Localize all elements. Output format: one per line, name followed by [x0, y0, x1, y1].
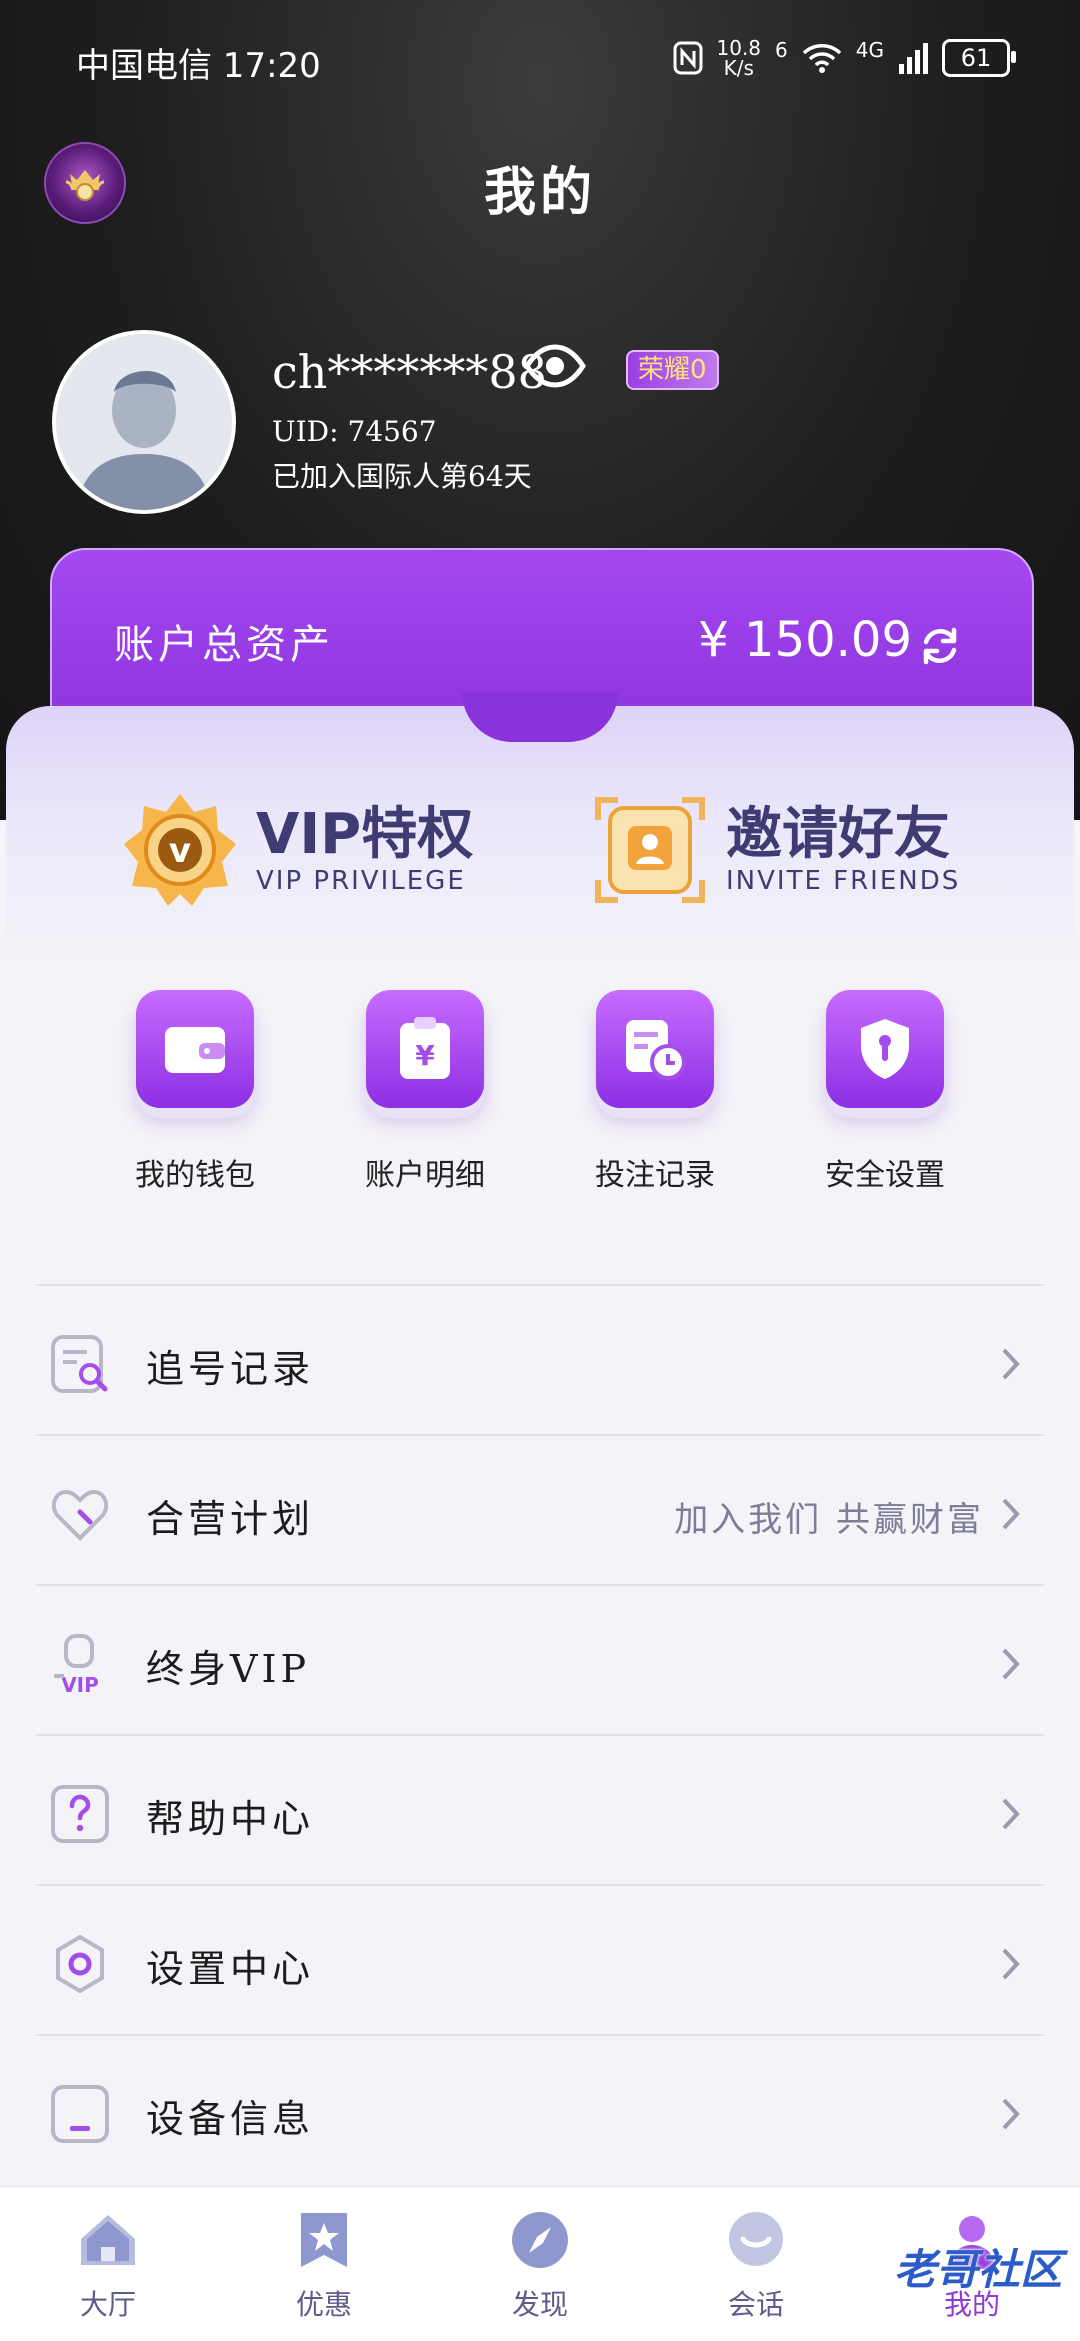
divider [36, 1884, 1044, 1886]
menu-item-settings-center[interactable]: 设置中心 [36, 1890, 1044, 2038]
status-bar: 中国电信 17:20 10.8 K/s 6 4G 61 [76, 36, 1016, 88]
shield-icon [826, 990, 944, 1108]
invite-friends-subtitle: INVITE FRIENDS [726, 866, 961, 896]
bill-icon: ¥ [366, 990, 484, 1108]
home-icon [81, 2215, 135, 2265]
username: ch*******88 [272, 345, 547, 399]
nav-item-lobby[interactable]: 大厅 [48, 2209, 168, 2323]
wifi-icon [802, 44, 841, 73]
svg-text:v: v [169, 831, 191, 871]
divider [36, 1434, 1044, 1436]
invite-friends-card[interactable]: 邀请好友 INVITE FRIENDS [590, 790, 960, 910]
carrier-time: 中国电信 17:20 [76, 46, 321, 86]
quick-action-label: 投注记录 [595, 1158, 715, 1193]
quick-action-label: 账户明细 [365, 1158, 485, 1193]
nfc-icon [673, 41, 702, 75]
quick-action-label: 我的钱包 [135, 1158, 255, 1193]
avatar[interactable] [52, 330, 236, 514]
net-speed: 10.8 K/s [716, 36, 762, 80]
compass-icon [512, 2212, 568, 2268]
menu-item-label: 追号记录 [146, 1347, 315, 1391]
nav-label: 大厅 [79, 2288, 136, 2321]
signal-icon [899, 43, 928, 74]
uid-text: UID: 74567 [272, 415, 437, 448]
network-type: 4G [855, 38, 884, 62]
menu-item-label: 设置中心 [146, 1947, 315, 1991]
chevron-right-icon [1002, 1798, 1020, 1830]
eye-icon[interactable] [524, 343, 586, 389]
default-avatar-icon [56, 334, 232, 510]
chevron-right-icon [1002, 1348, 1020, 1380]
menu-item-help-center[interactable]: 帮助中心 [36, 1740, 1044, 1888]
heart-handshake-icon [51, 1489, 109, 1541]
menu-item-subtext: 加入我们 共赢财富 [674, 1500, 984, 1540]
page-title: 我的 [483, 162, 596, 223]
sim-slot: 6 [775, 38, 788, 62]
refresh-icon[interactable] [918, 624, 962, 668]
quick-action-wallet[interactable]: 我的钱包 [120, 990, 270, 1194]
invite-friends-title: 邀请好友 [726, 802, 950, 867]
menu-item-lifetime-vip[interactable]: VIP 终身VIP [36, 1590, 1044, 1738]
menu-item-label: 设备信息 [146, 2097, 315, 2141]
menu-item-label: 终身VIP [146, 1647, 311, 1691]
nav-item-chat[interactable]: 会话 [696, 2209, 816, 2323]
chevron-right-icon [1002, 2098, 1020, 2130]
battery-indicator: 61 [942, 39, 1016, 77]
record-clock-icon [596, 990, 714, 1108]
quick-action-bet-records[interactable]: 投注记录 [580, 990, 730, 1194]
chevron-right-icon [1002, 1498, 1020, 1530]
menu-item-label: 合营计划 [146, 1497, 315, 1541]
vip-privilege-subtitle: VIP PRIVILEGE [256, 866, 466, 896]
quick-action-label: 安全设置 [825, 1158, 945, 1193]
divider [36, 1284, 1044, 1286]
vip-privilege-title: VIP特权 [256, 802, 474, 867]
star-bookmark-icon [301, 2213, 347, 2267]
svg-text:¥: ¥ [415, 1039, 435, 1072]
wallet-icon [136, 990, 254, 1108]
joined-days-text: 已加入国际人第64天 [272, 460, 532, 493]
device-icon [51, 2085, 109, 2143]
menu-item-partner-plan[interactable]: 合营计划 加入我们 共赢财富 [36, 1440, 1044, 1588]
total-assets-label: 账户总资产 [114, 622, 334, 668]
total-assets-value: ¥ 150.09 [698, 612, 912, 668]
vip-medal-icon: v [124, 794, 236, 906]
search-doc-icon [51, 1335, 108, 1393]
nav-item-discover[interactable]: 发现 [480, 2209, 600, 2323]
divider [36, 1584, 1044, 1586]
menu-item-chase-records[interactable]: 追号记录 [36, 1290, 1044, 1438]
nav-label: 会话 [727, 2288, 784, 2321]
quick-action-account-details[interactable]: ¥ 账户明细 [350, 990, 500, 1194]
vip-privilege-card[interactable]: v VIP特权 VIP PRIVILEGE [120, 790, 473, 910]
quick-action-security[interactable]: 安全设置 [810, 990, 960, 1194]
honor-badge: 荣耀0 [626, 350, 719, 390]
menu-item-device-info[interactable]: 设备信息 [36, 2040, 1044, 2188]
vip-user-icon: VIP [54, 1634, 99, 1694]
chevron-right-icon [1002, 1648, 1020, 1680]
divider [36, 1734, 1044, 1736]
nav-label: 优惠 [295, 2288, 352, 2321]
settings-gear-icon [56, 1934, 104, 1994]
nav-label: 发现 [511, 2288, 568, 2321]
chevron-right-icon [1002, 1948, 1020, 1980]
status-icons: 10.8 K/s 6 4G 61 [673, 36, 1016, 80]
nav-item-promotions[interactable]: 优惠 [264, 2209, 384, 2323]
svg-text:VIP: VIP [61, 1673, 99, 1694]
menu-item-label: 帮助中心 [146, 1797, 315, 1841]
help-icon [51, 1785, 109, 1843]
chat-icon [729, 2212, 783, 2266]
watermark: 老哥社区 [893, 2245, 1062, 2294]
divider [36, 2034, 1044, 2036]
invite-friends-icon [595, 797, 705, 903]
